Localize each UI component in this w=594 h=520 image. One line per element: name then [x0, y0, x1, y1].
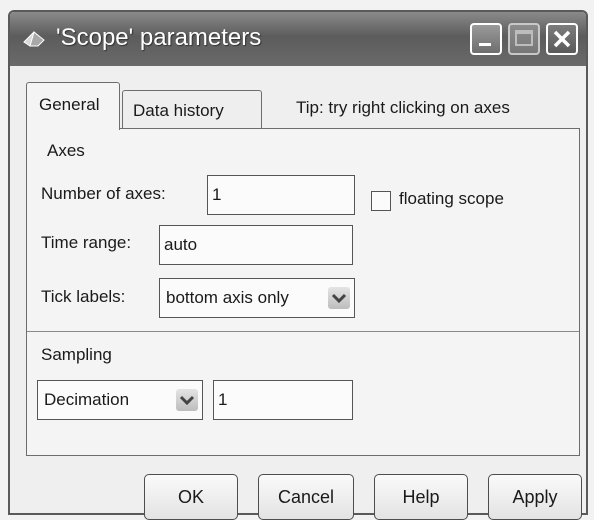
maximize-button[interactable] [508, 23, 540, 55]
general-panel: Axes Number of axes: floating scope Time… [26, 128, 580, 456]
time-range-label: Time range: [41, 233, 132, 252]
minimize-icon [479, 43, 491, 46]
chevron-down-icon [176, 389, 198, 411]
tick-labels-label: Tick labels: [41, 287, 126, 306]
sampling-section-label: Sampling [41, 345, 112, 364]
sampling-factor-input[interactable] [213, 380, 353, 420]
tab-data-history-label: Data history [133, 101, 224, 120]
floating-scope-checkbox[interactable] [371, 191, 391, 211]
tip-text: Tip: try right clicking on axes [296, 98, 510, 117]
apply-button[interactable]: Apply [488, 474, 582, 520]
title-bar[interactable]: 'Scope' parameters [10, 12, 586, 66]
tick-labels-value: bottom axis only [166, 288, 289, 307]
axes-section-label: Axes [47, 141, 85, 160]
tab-data-history[interactable]: Data history [122, 90, 262, 130]
maximize-icon [515, 30, 533, 46]
section-divider [27, 331, 579, 332]
help-button[interactable]: Help [374, 474, 468, 520]
number-of-axes-label: Number of axes: [41, 184, 166, 203]
ok-button[interactable]: OK [144, 474, 238, 520]
tick-labels-dropdown[interactable]: bottom axis only [159, 278, 355, 318]
tab-row: General Data history Tip: try right clic… [26, 82, 582, 130]
close-icon [553, 30, 571, 48]
sampling-mode-value: Decimation [44, 390, 130, 409]
tab-general-label: General [39, 95, 100, 114]
cancel-button[interactable]: Cancel [258, 474, 354, 520]
number-of-axes-input[interactable] [207, 175, 355, 215]
minimize-button[interactable] [470, 23, 502, 55]
sampling-mode-dropdown[interactable]: Decimation [37, 380, 203, 420]
window-title: 'Scope' parameters [56, 24, 262, 51]
time-range-input[interactable] [159, 225, 353, 265]
tab-general[interactable]: General [26, 82, 120, 130]
close-button[interactable] [546, 23, 578, 55]
chevron-down-icon [328, 287, 350, 309]
simulink-block-icon [22, 28, 48, 50]
dialog-window: 'Scope' parameters General Data history [8, 10, 588, 520]
floating-scope-label: floating scope [399, 189, 504, 208]
